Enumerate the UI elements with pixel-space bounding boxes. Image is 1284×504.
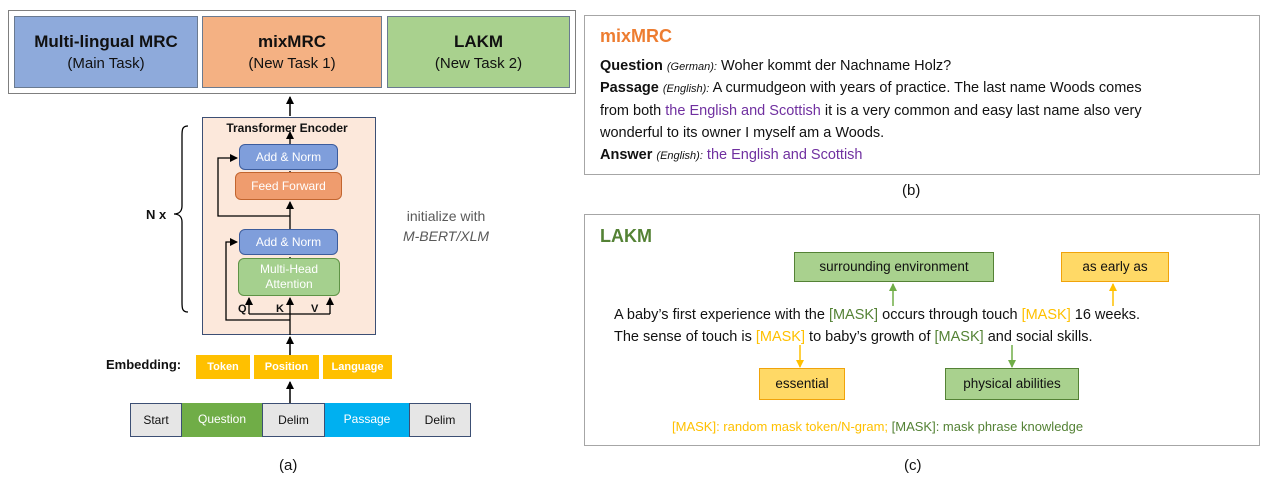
connector-layer <box>173 96 1117 403</box>
residual-attention <box>225 238 290 321</box>
residual-ff <box>217 154 290 217</box>
nx-bracket <box>173 125 189 313</box>
